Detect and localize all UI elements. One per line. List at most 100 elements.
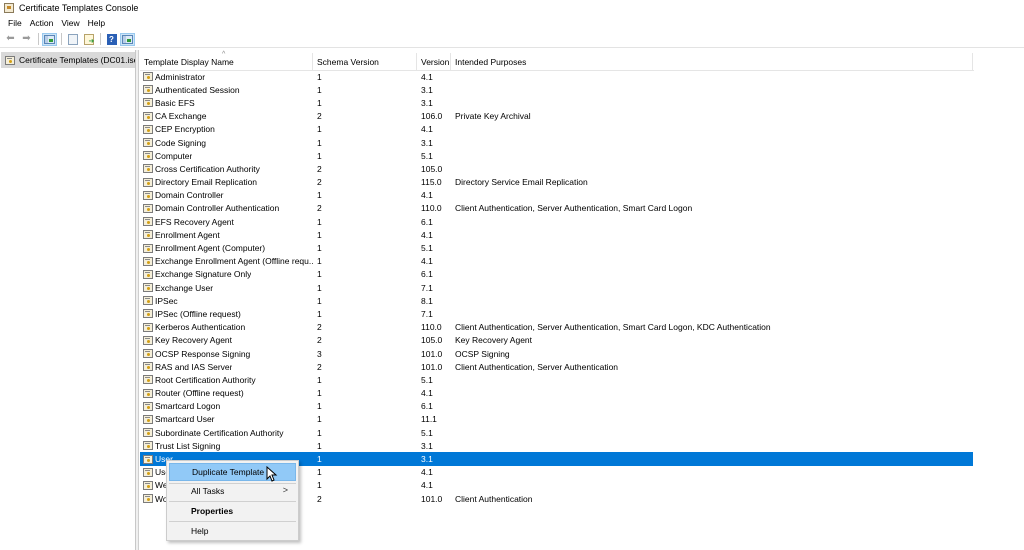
template-row[interactable]: Cross Certification Authority 2 105.0 bbox=[140, 162, 974, 175]
show-hide-action-pane-button[interactable] bbox=[120, 32, 135, 46]
template-row[interactable]: Computer 1 5.1 bbox=[140, 149, 974, 162]
schema-version-cell: 2 bbox=[317, 335, 322, 346]
forward-arrow-icon: ➡ bbox=[22, 33, 31, 44]
menu-item-help[interactable]: Help bbox=[169, 522, 296, 540]
schema-version-cell: 1 bbox=[317, 308, 322, 319]
template-row[interactable]: IPSec (Offline request) 1 7.1 bbox=[140, 307, 974, 320]
version-cell: 4.1 bbox=[421, 256, 433, 267]
certificate-template-icon bbox=[143, 454, 153, 464]
column-header-row: ^ Template Display Name Schema Version V… bbox=[140, 51, 974, 71]
column-header-schema-version[interactable]: Schema Version bbox=[313, 53, 417, 71]
version-cell: 4.1 bbox=[421, 124, 433, 135]
menu-view[interactable]: View bbox=[57, 18, 83, 28]
template-row[interactable]: Router (Offline request) 1 4.1 bbox=[140, 387, 974, 400]
properties-button[interactable] bbox=[65, 33, 80, 46]
template-name-cell: EFS Recovery Agent bbox=[140, 217, 313, 227]
template-name: Domain Controller bbox=[155, 190, 224, 201]
template-row[interactable]: Enrollment Agent 1 4.1 bbox=[140, 228, 974, 241]
menu-item-all-tasks[interactable]: All Tasks > bbox=[169, 482, 296, 500]
template-row[interactable]: Enrollment Agent (Computer) 1 5.1 bbox=[140, 241, 974, 254]
certificate-template-icon bbox=[143, 164, 153, 174]
column-header-version[interactable]: Version bbox=[417, 53, 451, 71]
template-row[interactable]: Domain Controller Authentication 2 110.0 Cl… bbox=[140, 202, 974, 215]
intended-purposes-cell: OCSP Signing bbox=[455, 348, 510, 359]
menu-help[interactable]: Help bbox=[84, 18, 109, 28]
template-row[interactable]: Subordinate Certification Authority 1 5.1 bbox=[140, 426, 974, 439]
template-row[interactable]: Exchange Signature Only 1 6.1 bbox=[140, 268, 974, 281]
version-cell: 110.0 bbox=[421, 203, 442, 214]
certificate-template-icon bbox=[143, 309, 153, 319]
template-row[interactable]: Root Certification Authority 1 5.1 bbox=[140, 373, 974, 386]
template-row[interactable]: Trust List Signing 1 3.1 bbox=[140, 439, 974, 452]
intended-purposes-cell: Client Authentication, Server Authentica… bbox=[455, 322, 771, 333]
template-row[interactable]: IPSec 1 8.1 bbox=[140, 294, 974, 307]
template-row[interactable]: CEP Encryption 1 4.1 bbox=[140, 123, 974, 136]
intended-purposes-cell: Private Key Archival bbox=[455, 111, 531, 122]
menu-item-properties[interactable]: Properties bbox=[169, 502, 296, 520]
template-row[interactable]: Exchange User 1 7.1 bbox=[140, 281, 974, 294]
certificate-template-icon bbox=[143, 72, 153, 82]
column-header-intended-purposes[interactable]: Intended Purposes bbox=[451, 53, 973, 71]
certificate-template-icon bbox=[143, 124, 153, 134]
version-cell: 101.0 bbox=[421, 493, 443, 504]
menu-file[interactable]: File bbox=[4, 18, 26, 28]
certificate-template-icon bbox=[143, 375, 153, 385]
template-name: Administrator bbox=[155, 71, 206, 82]
template-row[interactable]: OCSP Response Signing 3 101.0 OCSP Signing bbox=[140, 347, 974, 360]
submenu-chevron-icon: > bbox=[282, 485, 288, 495]
certificate-template-icon bbox=[5, 55, 15, 65]
pane-splitter[interactable] bbox=[136, 50, 139, 550]
template-name: Domain Controller Authentication bbox=[155, 203, 280, 214]
version-cell: 101.0 bbox=[421, 361, 443, 372]
certificate-template-icon bbox=[143, 243, 153, 253]
certificate-template-icon bbox=[143, 283, 153, 293]
template-row[interactable]: Smartcard Logon 1 6.1 bbox=[140, 400, 974, 413]
console-tree-pane: Certificate Templates (DC01.isela bbox=[0, 50, 136, 550]
template-name: Kerberos Authentication bbox=[155, 322, 246, 333]
schema-version-cell: 1 bbox=[317, 295, 322, 306]
template-name: Exchange User bbox=[155, 282, 214, 293]
certificate-template-icon bbox=[143, 138, 153, 148]
certificate-template-icon bbox=[143, 401, 153, 411]
template-row[interactable]: Code Signing 1 3.1 bbox=[140, 136, 974, 149]
certificate-template-icon bbox=[143, 335, 153, 345]
template-name-cell: IPSec bbox=[140, 296, 313, 306]
template-name-cell: Code Signing bbox=[140, 138, 313, 148]
certificate-template-icon bbox=[143, 256, 153, 266]
certificate-console-icon bbox=[4, 3, 14, 13]
template-row[interactable]: Domain Controller 1 4.1 bbox=[140, 189, 974, 202]
menu-action[interactable]: Action bbox=[26, 18, 58, 28]
template-row[interactable]: Directory Email Replication 2 115.0 Directo… bbox=[140, 176, 974, 189]
schema-version-cell: 1 bbox=[317, 150, 322, 161]
schema-version-cell: 1 bbox=[317, 427, 322, 438]
template-row[interactable]: Basic EFS 1 3.1 bbox=[140, 96, 974, 109]
template-row[interactable]: Administrator 1 4.1 bbox=[140, 70, 974, 83]
window-title: Certificate Templates Console bbox=[19, 3, 139, 13]
template-name-cell: Basic EFS bbox=[140, 98, 313, 108]
template-name-cell: Cross Certification Authority bbox=[140, 164, 313, 174]
back-button[interactable]: ⬅ bbox=[3, 33, 18, 46]
template-name: IPSec bbox=[155, 295, 178, 306]
template-row[interactable]: CA Exchange 2 106.0 Private Key Archival bbox=[140, 110, 974, 123]
version-cell: 4.1 bbox=[421, 190, 433, 201]
template-name: Key Recovery Agent bbox=[155, 335, 233, 346]
version-cell: 5.1 bbox=[421, 150, 433, 161]
help-icon: ? bbox=[106, 33, 117, 45]
template-row[interactable]: Smartcard User 1 11.1 bbox=[140, 413, 974, 426]
template-row[interactable]: Authenticated Session 1 3.1 bbox=[140, 83, 974, 96]
help-button[interactable]: ? bbox=[104, 33, 119, 46]
template-row[interactable]: EFS Recovery Agent 1 6.1 bbox=[140, 215, 974, 228]
forward-button[interactable]: ➡ bbox=[19, 33, 34, 46]
template-row[interactable]: RAS and IAS Server 2 101.0 Client Authentic… bbox=[140, 360, 974, 373]
export-list-button[interactable] bbox=[81, 33, 96, 46]
column-header-template-display-name[interactable]: ^ Template Display Name bbox=[140, 51, 313, 71]
tree-item-certificate-templates[interactable]: Certificate Templates (DC01.isela bbox=[1, 52, 135, 68]
version-cell: 3.1 bbox=[421, 440, 433, 451]
template-name-cell: Computer bbox=[140, 151, 313, 161]
template-row[interactable]: Exchange Enrollment Agent (Offline requ.… bbox=[140, 255, 974, 268]
template-row[interactable]: Key Recovery Agent 2 105.0 Key Recovery Age… bbox=[140, 334, 974, 347]
version-cell: 105.0 bbox=[421, 163, 443, 174]
version-cell: 5.1 bbox=[421, 243, 433, 254]
show-hide-console-tree-button[interactable] bbox=[42, 32, 57, 46]
template-row[interactable]: Kerberos Authentication 2 110.0 Client Auth… bbox=[140, 321, 974, 334]
